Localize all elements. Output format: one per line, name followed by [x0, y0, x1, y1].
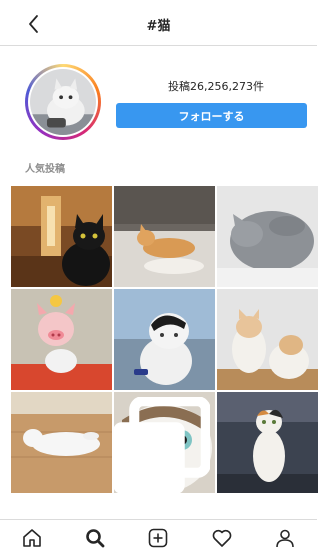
- home-icon: [22, 528, 41, 547]
- nav-search[interactable]: [75, 523, 115, 553]
- avatar-image: [30, 69, 96, 135]
- heart-icon: [212, 529, 232, 547]
- post-thumbnail[interactable]: [217, 289, 318, 390]
- nav-new-post[interactable]: [138, 523, 178, 553]
- post-thumbnail[interactable]: [11, 392, 112, 493]
- post-thumbnail[interactable]: [217, 392, 318, 493]
- post-thumbnail[interactable]: [114, 289, 215, 390]
- nav-activity[interactable]: [202, 523, 242, 553]
- multiple-photos-icon: [114, 397, 210, 493]
- nav-home[interactable]: [12, 523, 52, 553]
- post-thumbnail[interactable]: [217, 186, 318, 287]
- bottom-nav: [0, 519, 317, 555]
- post-thumbnail[interactable]: [114, 186, 215, 287]
- post-grid: [11, 186, 318, 493]
- post-thumbnail[interactable]: [11, 289, 112, 390]
- post-thumbnail[interactable]: [114, 392, 215, 493]
- search-icon: [86, 528, 105, 547]
- profile-icon: [276, 529, 295, 547]
- add-post-icon: [149, 528, 168, 547]
- page-title: #猫: [146, 19, 171, 34]
- top-bar: #猫: [0, 0, 317, 46]
- top-posts-label: 人気投稿: [25, 164, 65, 175]
- post-count: 投稿26,256,273件: [168, 80, 264, 93]
- post-thumbnail[interactable]: [11, 186, 112, 287]
- nav-profile[interactable]: [265, 523, 305, 553]
- follow-button[interactable]: フォローする: [116, 103, 307, 128]
- hashtag-avatar[interactable]: [25, 64, 101, 140]
